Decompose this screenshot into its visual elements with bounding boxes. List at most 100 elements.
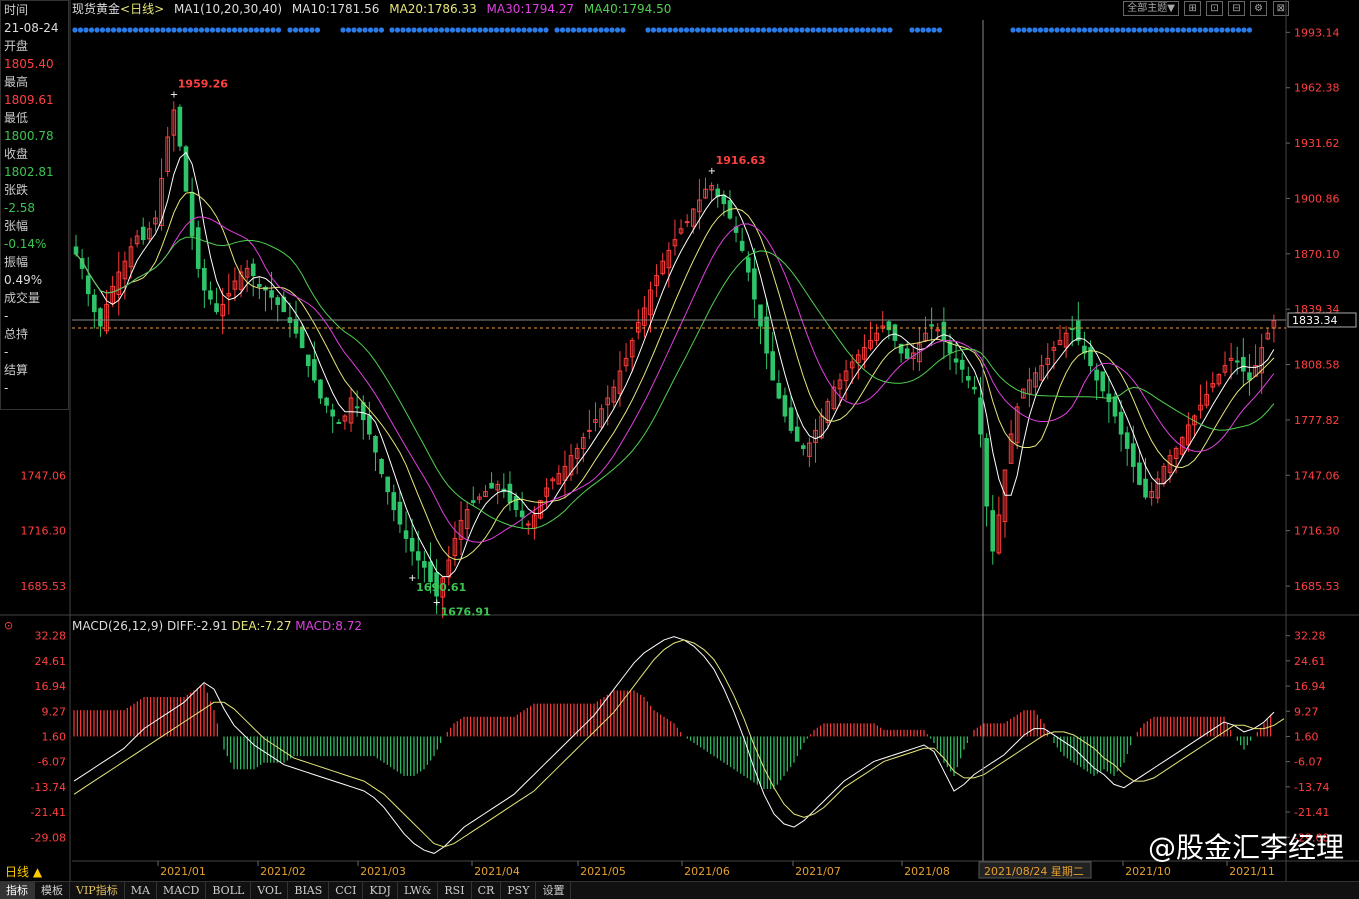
candle-body xyxy=(684,221,690,224)
candle-body xyxy=(587,429,592,432)
event-dot xyxy=(1147,27,1154,33)
event-dot xyxy=(356,27,363,33)
tab-boll[interactable]: BOLL xyxy=(206,882,252,899)
candle-body xyxy=(1076,320,1081,341)
event-dot xyxy=(788,27,794,33)
candle-body xyxy=(257,283,262,287)
event-dot xyxy=(581,27,588,33)
event-dot xyxy=(744,27,750,33)
event-dot xyxy=(220,27,227,33)
candle-body xyxy=(202,267,207,291)
event-dot xyxy=(1153,27,1159,33)
event-dot xyxy=(1103,27,1110,33)
crosshair-date-label: 2021/08/24 星期二 xyxy=(984,865,1084,878)
event-dot xyxy=(667,27,673,33)
event-dot xyxy=(1032,27,1038,33)
price-tick-label: 1808.58 xyxy=(1294,359,1340,372)
event-dot xyxy=(1037,27,1044,33)
event-dot xyxy=(678,27,684,33)
event-dot xyxy=(215,27,221,33)
tab-cr[interactable]: CR xyxy=(472,882,502,899)
macd-tick-label: 24.61 xyxy=(1294,655,1326,668)
current-price-label: 1833.34 xyxy=(1292,314,1338,327)
event-dot xyxy=(848,27,855,33)
event-dot xyxy=(226,27,232,33)
macd-settings-icon[interactable]: ⊙ xyxy=(4,619,13,632)
macd-tick-label-left: 16.94 xyxy=(35,680,67,693)
x-tick-label: 2021/05 xyxy=(580,865,626,878)
event-dot xyxy=(198,27,205,33)
candle-body xyxy=(1131,443,1136,467)
event-dot xyxy=(532,27,538,33)
event-dot xyxy=(1213,27,1220,33)
tab-macd[interactable]: MACD xyxy=(157,882,207,899)
event-dot xyxy=(777,27,783,33)
event-dot xyxy=(620,27,626,33)
extreme-label: 1916.63 xyxy=(716,154,766,167)
extreme-marker: + xyxy=(170,89,178,100)
macd-dea: DEA:-7.27 xyxy=(231,619,292,633)
event-dot xyxy=(231,27,238,33)
tab-cci[interactable]: CCI xyxy=(329,882,364,899)
macd-tick-label-left: -6.07 xyxy=(38,756,66,769)
tab-template[interactable]: 模板 xyxy=(35,882,70,899)
candle-body xyxy=(489,482,494,489)
macd-tick-label-left: 32.28 xyxy=(35,630,67,643)
event-dot xyxy=(733,27,739,33)
watermark: @股金汇李经理 xyxy=(1147,831,1344,864)
tab-settings[interactable]: 设置 xyxy=(536,882,572,899)
event-dot xyxy=(471,27,478,33)
event-dot xyxy=(493,27,500,33)
event-dot xyxy=(1169,27,1176,33)
candle-body xyxy=(904,348,910,359)
event-dot xyxy=(1043,27,1049,33)
event-dot xyxy=(782,27,789,33)
tab-lw[interactable]: LW& xyxy=(398,882,439,899)
tab-indicator[interactable]: 指标 xyxy=(0,882,35,899)
price-tick-label: 1716.30 xyxy=(1294,525,1340,538)
candle-body xyxy=(269,290,274,298)
event-dot xyxy=(1219,27,1225,33)
tab-ma[interactable]: MA xyxy=(125,882,157,899)
candle-body xyxy=(312,359,317,381)
event-dot xyxy=(1131,27,1137,33)
event-dot xyxy=(876,27,882,33)
event-dot xyxy=(1197,27,1203,33)
event-dot xyxy=(427,27,434,33)
indicator-tabs: 指标 模板 VIP指标 MA MACD BOLL VOL BIAS CCI KDJ LW& RSI CR… xyxy=(0,881,1359,899)
event-dot xyxy=(515,27,522,33)
event-dot xyxy=(821,27,827,33)
tab-psy[interactable]: PSY xyxy=(501,882,537,899)
macd-tick-label-left: -21.41 xyxy=(31,806,66,819)
event-dot xyxy=(870,27,877,33)
event-dot xyxy=(275,27,282,33)
event-dot xyxy=(72,27,78,33)
candle-body xyxy=(208,290,213,300)
tab-vol[interactable]: VOL xyxy=(251,882,289,899)
event-dot xyxy=(1092,27,1099,33)
event-dot xyxy=(433,27,439,33)
candle-body xyxy=(745,257,751,273)
candle-body xyxy=(177,106,183,147)
event-dot xyxy=(537,27,544,33)
tab-vip[interactable]: VIP指标 xyxy=(70,882,125,899)
candle-body xyxy=(318,379,323,399)
period-tab[interactable]: 日线 ▲ xyxy=(5,863,42,880)
event-dot xyxy=(160,27,166,33)
event-dot xyxy=(815,27,822,33)
event-dot xyxy=(1164,27,1170,33)
price-tick-label: 1870.10 xyxy=(1294,248,1340,261)
tab-rsi[interactable]: RSI xyxy=(438,882,472,899)
price-chart[interactable]: +1959.26+1676.91+1916.63+1690.61 1993.14… xyxy=(0,0,1359,881)
event-dot xyxy=(843,27,849,33)
event-dot xyxy=(116,27,122,33)
candle-body xyxy=(1143,478,1148,498)
macd-tick-label: 9.27 xyxy=(1294,705,1319,718)
event-dot xyxy=(1010,27,1016,33)
tab-bias[interactable]: BIAS xyxy=(288,882,330,899)
event-dot xyxy=(411,27,417,33)
price-tick-label: 1777.82 xyxy=(1294,414,1340,427)
candle-body xyxy=(959,359,965,370)
event-dot xyxy=(559,27,566,33)
tab-kdj[interactable]: KDJ xyxy=(363,882,398,899)
